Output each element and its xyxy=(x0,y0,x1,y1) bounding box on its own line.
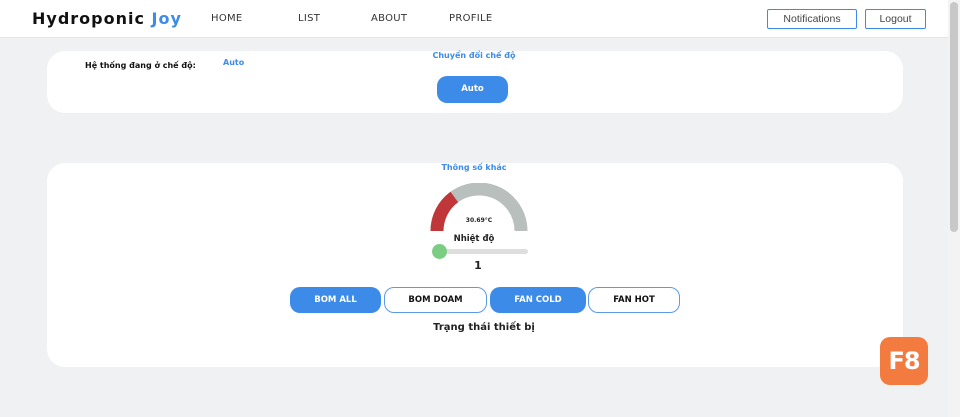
brand-accent: Joy xyxy=(151,9,182,28)
bom-doam-button[interactable]: BOM DOAM xyxy=(384,287,487,313)
slider-track[interactable] xyxy=(434,249,528,254)
fan-hot-button[interactable]: FAN HOT xyxy=(588,287,680,313)
slider-value: 1 xyxy=(474,259,482,272)
bom-all-button[interactable]: BOM ALL xyxy=(290,287,381,313)
nav-home[interactable]: HOME xyxy=(211,13,243,24)
switch-mode-title: Chuyển đổi chế độ xyxy=(432,51,516,60)
device-status-title: Trạng thái thiết bị xyxy=(433,322,535,333)
scrollbar-thumb[interactable] xyxy=(950,2,958,232)
fan-cold-button[interactable]: FAN COLD xyxy=(490,287,586,313)
notifications-button[interactable]: Notifications xyxy=(767,9,857,29)
params-card: Thông số khác 30.69°C Nhiệt độ 1 BOM ALL… xyxy=(47,163,903,367)
nav-list[interactable]: LIST xyxy=(298,13,320,24)
page-scrollbar[interactable] xyxy=(948,0,960,417)
top-navbar: Hydroponic Joy HOME LIST ABOUT PROFILE N… xyxy=(0,0,948,38)
mode-card: Hệ thống đang ở chế độ: Auto Chuyển đổi … xyxy=(47,51,903,113)
params-title: Thông số khác xyxy=(441,163,507,172)
brand-name: Hydroponic xyxy=(32,9,145,28)
nav-about[interactable]: ABOUT xyxy=(371,13,407,24)
switch-mode-button[interactable]: Auto xyxy=(437,76,508,103)
slider-thumb[interactable] xyxy=(432,244,447,259)
nav-profile[interactable]: PROFILE xyxy=(449,13,493,24)
mode-label: Hệ thống đang ở chế độ: xyxy=(85,61,196,70)
logout-button[interactable]: Logout xyxy=(865,9,926,29)
brand-logo[interactable]: Hydroponic Joy xyxy=(32,9,182,28)
f8-logo-badge[interactable]: F8 xyxy=(880,337,928,385)
temperature-value: 30.69°C xyxy=(465,217,493,224)
gauge-arc xyxy=(430,182,528,232)
temperature-label: Nhiệt độ xyxy=(453,234,495,244)
